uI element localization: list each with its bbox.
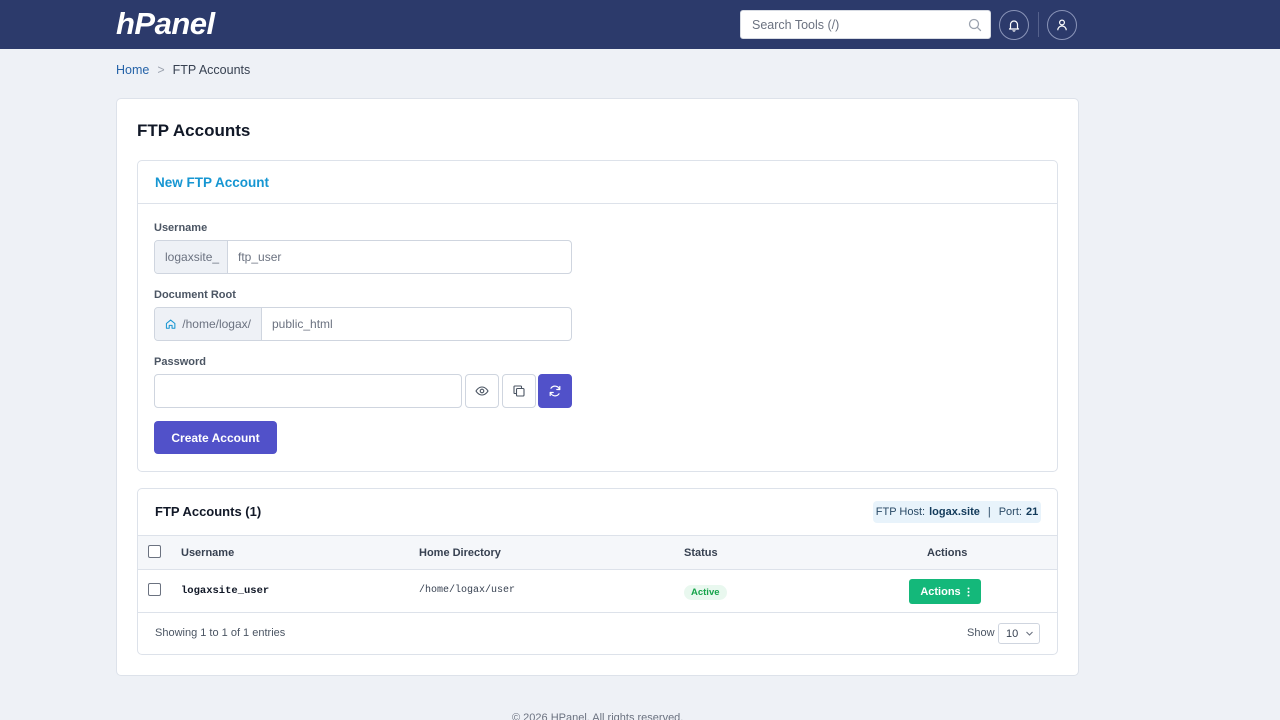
select-all-checkbox[interactable] <box>148 545 161 558</box>
table-row: logaxsite_user /home/logax/user Active A… <box>138 570 1057 613</box>
notifications-button[interactable] <box>999 10 1029 40</box>
copy-password-button[interactable] <box>502 374 536 408</box>
username-prefix: logaxsite_ <box>155 241 228 273</box>
header-divider <box>1038 12 1039 37</box>
row-checkbox[interactable] <box>148 583 161 596</box>
show-password-button[interactable] <box>465 374 499 408</box>
search-box[interactable] <box>740 10 991 39</box>
breadcrumb-separator: > <box>157 63 165 77</box>
page-size-select[interactable]: 10 <box>998 623 1040 644</box>
bell-icon <box>1008 20 1020 32</box>
top-bar: hPanel <box>0 0 1280 49</box>
user-icon <box>1057 19 1067 31</box>
username-input[interactable] <box>228 241 571 273</box>
status-badge: Active <box>684 585 727 600</box>
show-label: Show <box>967 627 995 639</box>
row-actions-label: Actions <box>920 585 961 598</box>
refresh-icon <box>549 385 561 397</box>
column-actions: Actions <box>927 547 968 559</box>
port-label: Port: <box>998 506 1022 518</box>
copy-icon <box>513 385 525 397</box>
app-logo[interactable]: hPanel <box>116 6 215 42</box>
host-label: FTP Host: <box>875 506 926 518</box>
row-actions-button[interactable]: Actions <box>909 579 981 604</box>
ftp-host-badge: FTP Host: logax.site | Port: 21 <box>873 501 1041 523</box>
entries-info: Showing 1 to 1 of 1 entries <box>155 627 286 639</box>
username-prefix-text: logaxsite_ <box>165 250 220 264</box>
page-title: FTP Accounts <box>137 121 251 140</box>
docroot-prefix-text: /home/logax/ <box>182 317 251 331</box>
host-value: logax.site <box>929 506 980 518</box>
row-home-directory: /home/logax/user <box>419 585 516 596</box>
table-header: Username Home Directory Status Actions <box>138 535 1057 570</box>
column-status: Status <box>684 547 718 559</box>
badge-divider: | <box>987 506 991 518</box>
column-home-directory: Home Directory <box>419 547 501 559</box>
password-label: Password <box>154 356 206 368</box>
docroot-prefix: /home/logax/ <box>155 308 262 340</box>
page-size-value: 10 <box>1006 627 1019 640</box>
password-input[interactable] <box>154 374 462 408</box>
new-account-header: New FTP Account <box>138 161 1057 204</box>
port-value: 21 <box>1025 506 1039 518</box>
eye-icon <box>475 386 489 396</box>
create-account-button[interactable]: Create Account <box>154 421 277 454</box>
accounts-card: FTP Accounts (1) FTP Host: logax.site | … <box>137 488 1058 655</box>
row-username: logaxsite_user <box>181 585 270 597</box>
column-username: Username <box>181 547 235 559</box>
generate-password-button[interactable] <box>538 374 572 408</box>
breadcrumb-current: FTP Accounts <box>172 63 251 77</box>
footer-text: © 2026 HPanel. All rights reserved. <box>512 712 684 720</box>
docroot-input[interactable] <box>262 308 571 340</box>
docroot-field-group: /home/logax/ <box>154 307 572 341</box>
accounts-title: FTP Accounts (1) <box>155 504 262 519</box>
search-input[interactable] <box>741 11 961 38</box>
search-icon[interactable] <box>968 18 982 32</box>
home-icon <box>165 319 176 329</box>
breadcrumb: Home > FTP Accounts <box>116 62 250 78</box>
username-field-group: logaxsite_ <box>154 240 572 274</box>
new-account-title: New FTP Account <box>155 175 270 190</box>
more-vertical-icon <box>967 587 970 596</box>
chevron-down-icon <box>1026 631 1033 636</box>
docroot-label: Document Root <box>154 289 236 301</box>
user-menu-button[interactable] <box>1047 10 1077 40</box>
username-label: Username <box>154 222 208 234</box>
breadcrumb-home[interactable]: Home <box>116 63 149 77</box>
